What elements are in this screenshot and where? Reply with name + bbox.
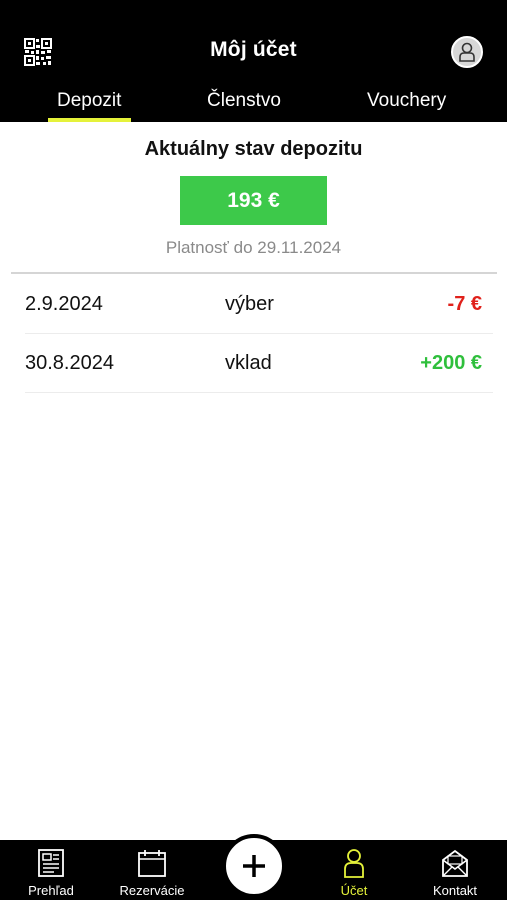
nav-item-prehlad[interactable]: Prehľad	[1, 840, 101, 900]
nav-label: Rezervácie	[119, 883, 185, 898]
active-tab-indicator	[48, 118, 131, 122]
transaction-date: 2.9.2024	[25, 293, 103, 315]
transaction-row: 30.8.2024 vklad +200 €	[25, 334, 493, 393]
nav-item-rezervacie[interactable]: Rezervácie	[102, 840, 202, 900]
calendar-icon	[138, 850, 166, 877]
document-icon	[38, 849, 64, 877]
tab-clenstvo[interactable]: Členstvo	[207, 90, 281, 112]
transaction-amount: +200 €	[420, 352, 482, 374]
plus-icon	[243, 855, 265, 877]
transaction-type: výber	[225, 293, 274, 315]
deposit-validity: Platnosť do 29.11.2024	[165, 238, 342, 257]
nav-item-ucet[interactable]: Účet	[304, 840, 404, 900]
envelope-icon	[442, 849, 468, 877]
transaction-amount: -7 €	[447, 293, 482, 315]
user-icon	[459, 42, 475, 62]
nav-label: Kontakt	[432, 883, 478, 898]
deposit-balance: 193 €	[180, 176, 327, 225]
transaction-date: 30.8.2024	[25, 352, 114, 374]
transaction-type: vklad	[225, 352, 272, 374]
divider	[11, 272, 497, 274]
nav-label: Prehľad	[28, 883, 74, 898]
page-title: Môj účet	[210, 38, 297, 61]
nav-item-kontakt[interactable]: Kontakt	[405, 840, 505, 900]
nav-label: Účet	[340, 883, 368, 898]
tab-vouchery[interactable]: Vouchery	[367, 90, 446, 112]
add-button[interactable]	[222, 834, 286, 898]
header: Môj účet Depozit Členstvo Vouchery	[0, 0, 507, 122]
tab-bar: Depozit Členstvo Vouchery	[0, 84, 507, 122]
tab-depozit[interactable]: Depozit	[57, 90, 121, 112]
deposit-title: Aktuálny stav depozitu	[144, 138, 363, 160]
profile-button[interactable]	[451, 36, 483, 68]
user-icon	[344, 849, 364, 878]
app-screen: Môj účet Depozit Členstvo Vouchery Aktuá…	[0, 0, 507, 900]
transaction-row: 2.9.2024 výber -7 €	[25, 275, 493, 334]
